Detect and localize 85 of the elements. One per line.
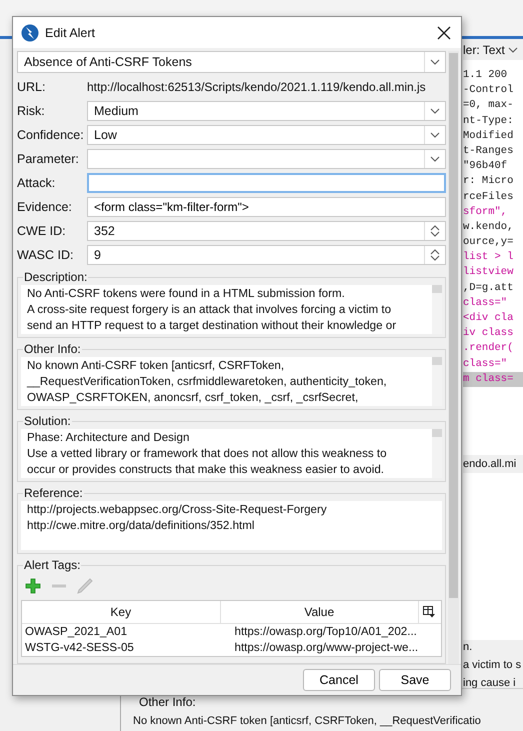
section-title: Other Info: [138, 695, 197, 709]
code-line: t-Ranges [463, 144, 514, 159]
section-text: __RequestVerificationToken, csrfmiddlewaretoken, authenticity_token, [27, 374, 388, 390]
field-label: Risk: [17, 104, 46, 118]
code-line: =0, max- [463, 98, 514, 114]
input-field[interactable]: <form class="km-filter-form"> [87, 197, 446, 217]
table-cell-text: https://owasp.org/Top10/A01_202... [234, 624, 418, 640]
table-cell-text: WSTG-v42-SESS-05 [24, 640, 135, 656]
description-text: a victim to s [463, 658, 522, 673]
section-text: No known Anti-CSRF token [anticsrf, CSRFToken, [27, 358, 286, 374]
code-line: nt-Type: [463, 114, 514, 129]
code-line: .render( [463, 341, 514, 356]
code-line: listview [463, 265, 514, 280]
dropdown[interactable]: Medium [87, 101, 446, 121]
pencil-icon[interactable] [77, 578, 93, 594]
dialog-button[interactable]: Cancel [303, 669, 375, 691]
view-selector[interactable]: ler: Text [463, 40, 523, 60]
field-label: Evidence: [17, 200, 73, 214]
code-line: ,D=g.att [463, 280, 514, 296]
up-down-arrows-icon [430, 224, 440, 238]
code-line: -Control [463, 83, 514, 98]
section-text: OWASP_CSRFTOKEN, anoncsrf, csrf_token, _csrf, _csrfSecret, [27, 390, 360, 406]
section-title: Solution: [23, 414, 72, 428]
code-line: r: Micro [463, 174, 514, 190]
up-down-arrows-icon [430, 248, 440, 262]
code-line: iv class [463, 326, 514, 342]
section-text: http://cwe.mitre.org/data/definitions/352.html [27, 518, 256, 534]
field-label: WASC ID: [17, 248, 74, 262]
field-label: Confidence: [17, 128, 85, 142]
code-line: 1.1 200 [463, 68, 508, 83]
field-label: Attack: [17, 176, 56, 190]
field-label: URL: [17, 80, 46, 94]
code-line: "96b40f [463, 159, 508, 174]
code-line: sform", [463, 204, 508, 220]
description-text: n. [463, 640, 474, 655]
field-label: CWE ID: [17, 224, 67, 238]
section-title: Description: [23, 270, 88, 284]
chevron-down-icon [430, 59, 440, 65]
lightning-logo-icon [21, 24, 39, 42]
section-text: occur or provides constructs that make this weakness easier to avoid. [27, 462, 385, 478]
scrollbar[interactable] [432, 357, 442, 406]
column-chooser-icon[interactable] [423, 606, 435, 618]
input-field[interactable] [87, 173, 446, 193]
chevron-down-icon [430, 132, 440, 138]
chevron-down-icon [508, 47, 518, 53]
scrollbar[interactable] [432, 285, 442, 334]
chevron-down-icon [430, 108, 440, 114]
column-header[interactable]: Key [22, 601, 220, 623]
code-line: <div cla [463, 311, 514, 326]
code-line: w.kendo, [463, 220, 514, 235]
code-line: Modified [463, 128, 514, 144]
url-value: http://localhost:62513/Scripts/kendo/2021.1.119/kendo.all.min.js [87, 80, 426, 94]
chevron-down-icon [430, 156, 440, 162]
scrollbar[interactable] [448, 51, 459, 664]
code-line: rceFiles [463, 190, 514, 204]
dialog-title: Edit Alert [45, 26, 96, 40]
column-header[interactable]: Value [220, 601, 419, 623]
section-title: Other Info: [23, 342, 82, 356]
section-title: Reference: [23, 486, 84, 500]
dropdown[interactable]: Low [87, 125, 446, 145]
scrollbar[interactable] [432, 429, 442, 478]
description-text: ing cause i [463, 676, 517, 691]
table-cell-text: OWASP_2021_A01 [24, 624, 128, 640]
section-text: send an HTTP request to a target destination without their knowledge or [27, 318, 398, 334]
code-line: class=" [463, 356, 508, 372]
field-label: Parameter: [17, 152, 80, 166]
code-line: list > l [463, 250, 514, 266]
dropdown[interactable] [87, 149, 446, 169]
code-line: class=" [463, 296, 508, 311]
table-cell-text: https://owasp.org/www-project-we... [234, 640, 420, 656]
section-text: http://projects.webappsec.org/Cross-Site-Request-Forgery [27, 502, 328, 518]
alert-name-dropdown[interactable]: Absence of Anti-CSRF Tokens [17, 51, 446, 73]
close-button[interactable] [435, 24, 453, 42]
number-spinner[interactable]: 9 [87, 245, 446, 265]
code-line: ource,y= [463, 235, 514, 250]
section-title: Alert Tags: [23, 558, 82, 572]
section-text: No Anti-CSRF tokens were found in a HTML submission form. [27, 286, 346, 302]
section-text: Phase: Architecture and Design [27, 430, 190, 446]
dialog-button[interactable]: Save [379, 669, 451, 691]
number-spinner[interactable]: 352 [87, 221, 446, 241]
section-text: A cross-site request forgery is an attack that involves forcing a victim to [27, 302, 392, 318]
add-icon[interactable] [25, 578, 41, 594]
url-text: endo.all.mi [463, 454, 523, 473]
other-info-text: No known Anti-CSRF token [anticsrf, CSRFToken, __RequestVerificatio [133, 715, 482, 727]
section-text: Use a vetted library or framework that does not allow this weakness to [27, 446, 388, 462]
